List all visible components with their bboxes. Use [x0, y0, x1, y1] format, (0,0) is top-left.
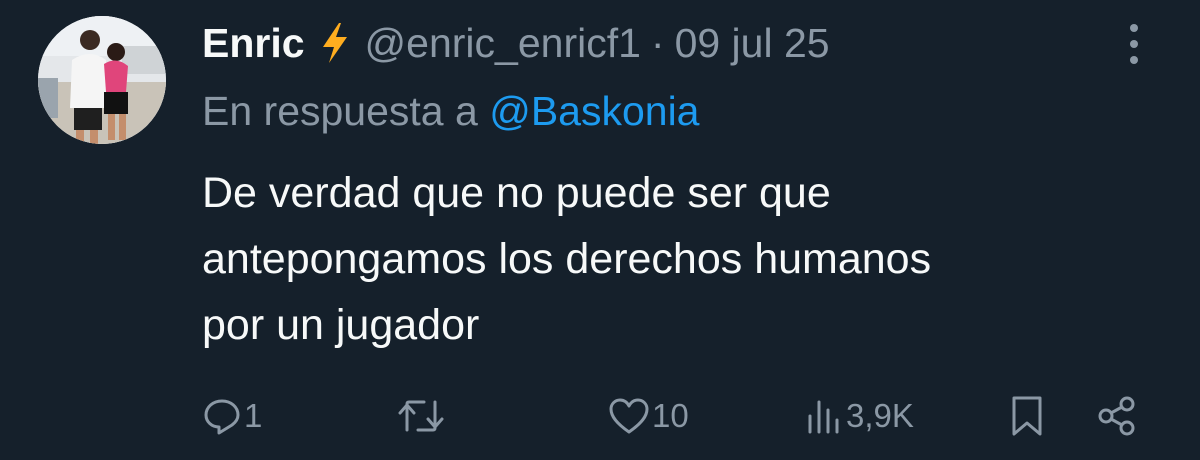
reply-icon [202, 396, 242, 436]
tweet-text: De verdad que no puede ser que anteponga… [202, 160, 1162, 358]
reply-button[interactable]: 1 [202, 386, 262, 446]
tweet-text-line: De verdad que no puede ser que [202, 169, 831, 217]
tweet-card: Enric @enric_enricf1 · 09 jul 25 En resp… [0, 0, 1200, 460]
reply-count: 1 [244, 397, 263, 434]
reply-context: En respuesta a @Baskonia [202, 82, 700, 140]
bookmark-icon [1010, 395, 1044, 437]
analytics-icon [804, 396, 844, 436]
reply-to-mention[interactable]: @Baskonia [489, 88, 699, 134]
heart-icon [608, 396, 650, 436]
tweet-date[interactable]: 09 jul 25 [675, 14, 830, 72]
tweet-text-line: por un jugador [202, 301, 480, 349]
retweet-icon [398, 396, 444, 436]
views-button[interactable]: 3,9K [804, 386, 914, 446]
share-icon [1096, 395, 1138, 437]
like-count: 10 [652, 397, 689, 434]
share-button[interactable] [1096, 386, 1138, 446]
user-handle[interactable]: @enric_enricf1 [365, 14, 641, 72]
bookmark-button[interactable] [1010, 386, 1044, 446]
display-name[interactable]: Enric [202, 14, 305, 72]
tweet-text-line: antepongamos los derechos humanos [202, 235, 932, 283]
retweet-button[interactable] [398, 386, 446, 446]
action-bar: 1 10 3,9K [0, 386, 1200, 446]
avatar[interactable] [38, 16, 166, 144]
lightning-bolt-icon [319, 21, 351, 65]
tweet-header: Enric @enric_enricf1 · 09 jul 25 [202, 14, 830, 72]
reply-prefix: En respuesta a [202, 88, 478, 134]
like-button[interactable]: 10 [608, 386, 689, 446]
more-options-icon[interactable] [1118, 20, 1150, 68]
separator-dot: · [650, 20, 665, 66]
views-count: 3,9K [846, 397, 914, 434]
